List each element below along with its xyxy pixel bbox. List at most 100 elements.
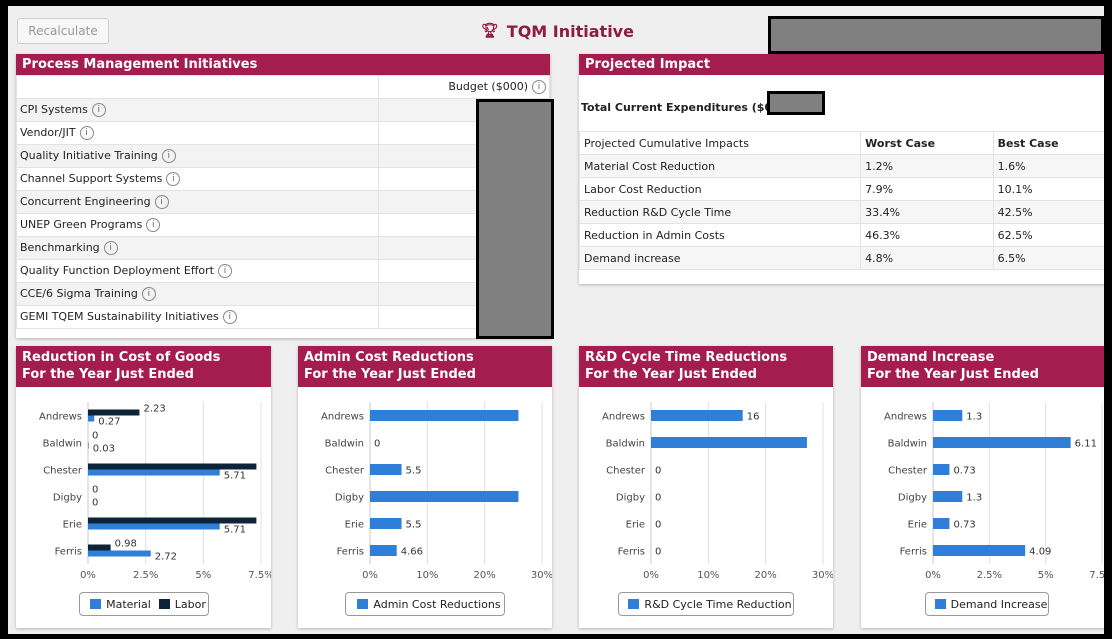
impact-row: Reduction R&D Cycle Time 33.4% 42.5% [578,200,1104,224]
bar[interactable] [651,410,743,421]
bar[interactable] [88,544,111,551]
initiative-label: Quality Initiative Training [20,149,158,162]
chart-legend[interactable]: Material Labor [79,592,209,616]
category-label: Chester [43,466,83,477]
bar[interactable] [370,410,519,421]
bar[interactable] [933,491,963,502]
chart-legend[interactable]: Demand Increase [925,592,1049,616]
tick-label: 30% [531,570,552,581]
info-icon[interactable]: i [91,103,106,117]
impact-label: Reduction in Admin Costs [578,223,862,247]
chart-plot: 0% 10% 20% 30% Andrews 16 Baldwin Chester 0 Digby… [602,402,833,581]
bar[interactable] [933,410,963,421]
category-label: Baldwin [43,439,82,450]
info-icon[interactable]: i [217,264,232,278]
info-icon[interactable]: i [222,310,237,324]
process-management-title: Process Management Initiatives [16,54,550,75]
initiatives-table: Budget ($000) i CPI Systems i Vendor/JIT i Qu… [16,75,550,329]
initiative-row: Concurrent Engineering i [16,190,550,214]
data-label: 0.98 [115,539,137,550]
tick-label: 2.5% [977,570,1002,581]
bar[interactable] [933,437,1071,448]
chart-legend[interactable]: Admin Cost Reductions [345,592,505,616]
total-expenditures: Total Current Expenditures ($000 [581,101,787,114]
projected-impact-panel: Projected Impact Total Current Expenditu… [578,54,1104,284]
rd-cycle-time-chart: R&D Cycle Time Reductions For the Year Ju… [579,346,833,628]
bar[interactable] [88,463,257,470]
info-icon[interactable]: i [532,80,546,94]
info-icon[interactable]: i [161,149,176,163]
category-label: Andrews [39,412,82,423]
bar[interactable] [933,464,950,475]
impact-header-cell: Best Case [992,131,1104,155]
bar[interactable] [370,491,519,502]
award-icon: 🏆︎ [481,23,499,39]
impact-row: Labor Cost Reduction 7.9% 10.1% [578,177,1104,201]
tick-label: 5% [195,570,211,581]
tick-label: 0% [80,570,96,581]
bar[interactable] [370,545,397,556]
bar[interactable] [88,517,257,524]
info-icon[interactable]: i [79,126,94,140]
cost-of-goods-chart: Reduction in Cost of Goods For the Year J… [16,346,271,628]
process-management-panel: Process Management Initiatives Budget ($… [16,54,554,339]
data-label: 5.71 [224,525,246,536]
chart-legend[interactable]: R&D Cycle Time Reduction [618,592,794,616]
bar[interactable] [88,550,151,557]
legend-label: R&D Cycle Time Reduction [644,597,792,611]
data-label: 4.66 [401,547,423,558]
data-label: 0 [92,485,98,496]
worst-case-value: 1.2% [860,154,994,178]
data-label: 0 [655,520,661,531]
data-label: 1.3 [966,493,982,504]
bar[interactable] [933,545,1026,556]
data-label: 0.27 [98,417,120,428]
data-label: 0 [92,498,98,509]
tick-label: 5% [1038,570,1054,581]
bar[interactable] [88,409,140,416]
info-icon[interactable]: i [146,218,161,232]
initiative-row: UNEP Green Programs i [16,213,550,237]
redacted-header-box [768,16,1104,54]
info-icon[interactable]: i [141,287,156,301]
impact-label: Labor Cost Reduction [578,177,862,201]
bar[interactable] [370,464,402,475]
initiative-label: Benchmarking [20,241,100,254]
impact-row: Demand increase 4.8% 6.5% [578,246,1104,270]
impact-header-row: Projected Cumulative Impacts Worst Case Be… [578,131,1104,155]
bar[interactable] [651,437,807,448]
recalculate-button[interactable]: Recalculate [17,18,109,44]
impact-label: Reduction R&D Cycle Time [578,200,862,224]
initiative-row: Quality Function Deployment Effort i [16,259,550,283]
data-label: 1.3 [966,412,982,423]
bar[interactable] [88,469,220,476]
bar[interactable] [88,523,220,530]
worst-case-value: 4.8% [860,246,994,270]
bar[interactable] [88,415,95,422]
info-icon[interactable]: i [103,241,118,255]
demand-increase-chart: Demand Increase For the Year Just Ended 0%… [861,346,1104,628]
initiative-row: Quality Initiative Training i [16,144,550,168]
tick-label: 0% [643,570,659,581]
info-icon[interactable]: i [154,195,169,209]
legend-label: Admin Cost Reductions [373,597,501,611]
initiative-row: Benchmarking i [16,236,550,260]
data-label: 0.73 [953,520,975,531]
info-icon[interactable]: i [166,172,181,186]
initiative-row: Channel Support Systems i [16,167,550,191]
category-label: Baldwin [325,439,364,450]
worst-case-value: 33.4% [860,200,994,224]
page-title: 🏆︎ TQM Initiative [481,18,634,44]
category-label: Andrews [321,412,364,423]
initiative-row: GEMI TQEM Sustainability Initiatives i [16,305,550,329]
bar[interactable] [370,518,402,529]
best-case-value: 6.5% [992,246,1104,270]
tick-label: 7.5% [1089,570,1104,581]
worst-case-value: 7.9% [860,177,994,201]
chart-plot: 0%2.5%5%7.5%Andrews0.272.23Baldwin0.030C… [39,402,271,581]
tick-label: 10% [416,570,438,581]
admin-cost-chart: Admin Cost Reductions For the Year Just E… [298,346,552,628]
bar[interactable] [933,518,950,529]
bar[interactable] [88,442,89,449]
redacted-total-value [767,91,825,115]
